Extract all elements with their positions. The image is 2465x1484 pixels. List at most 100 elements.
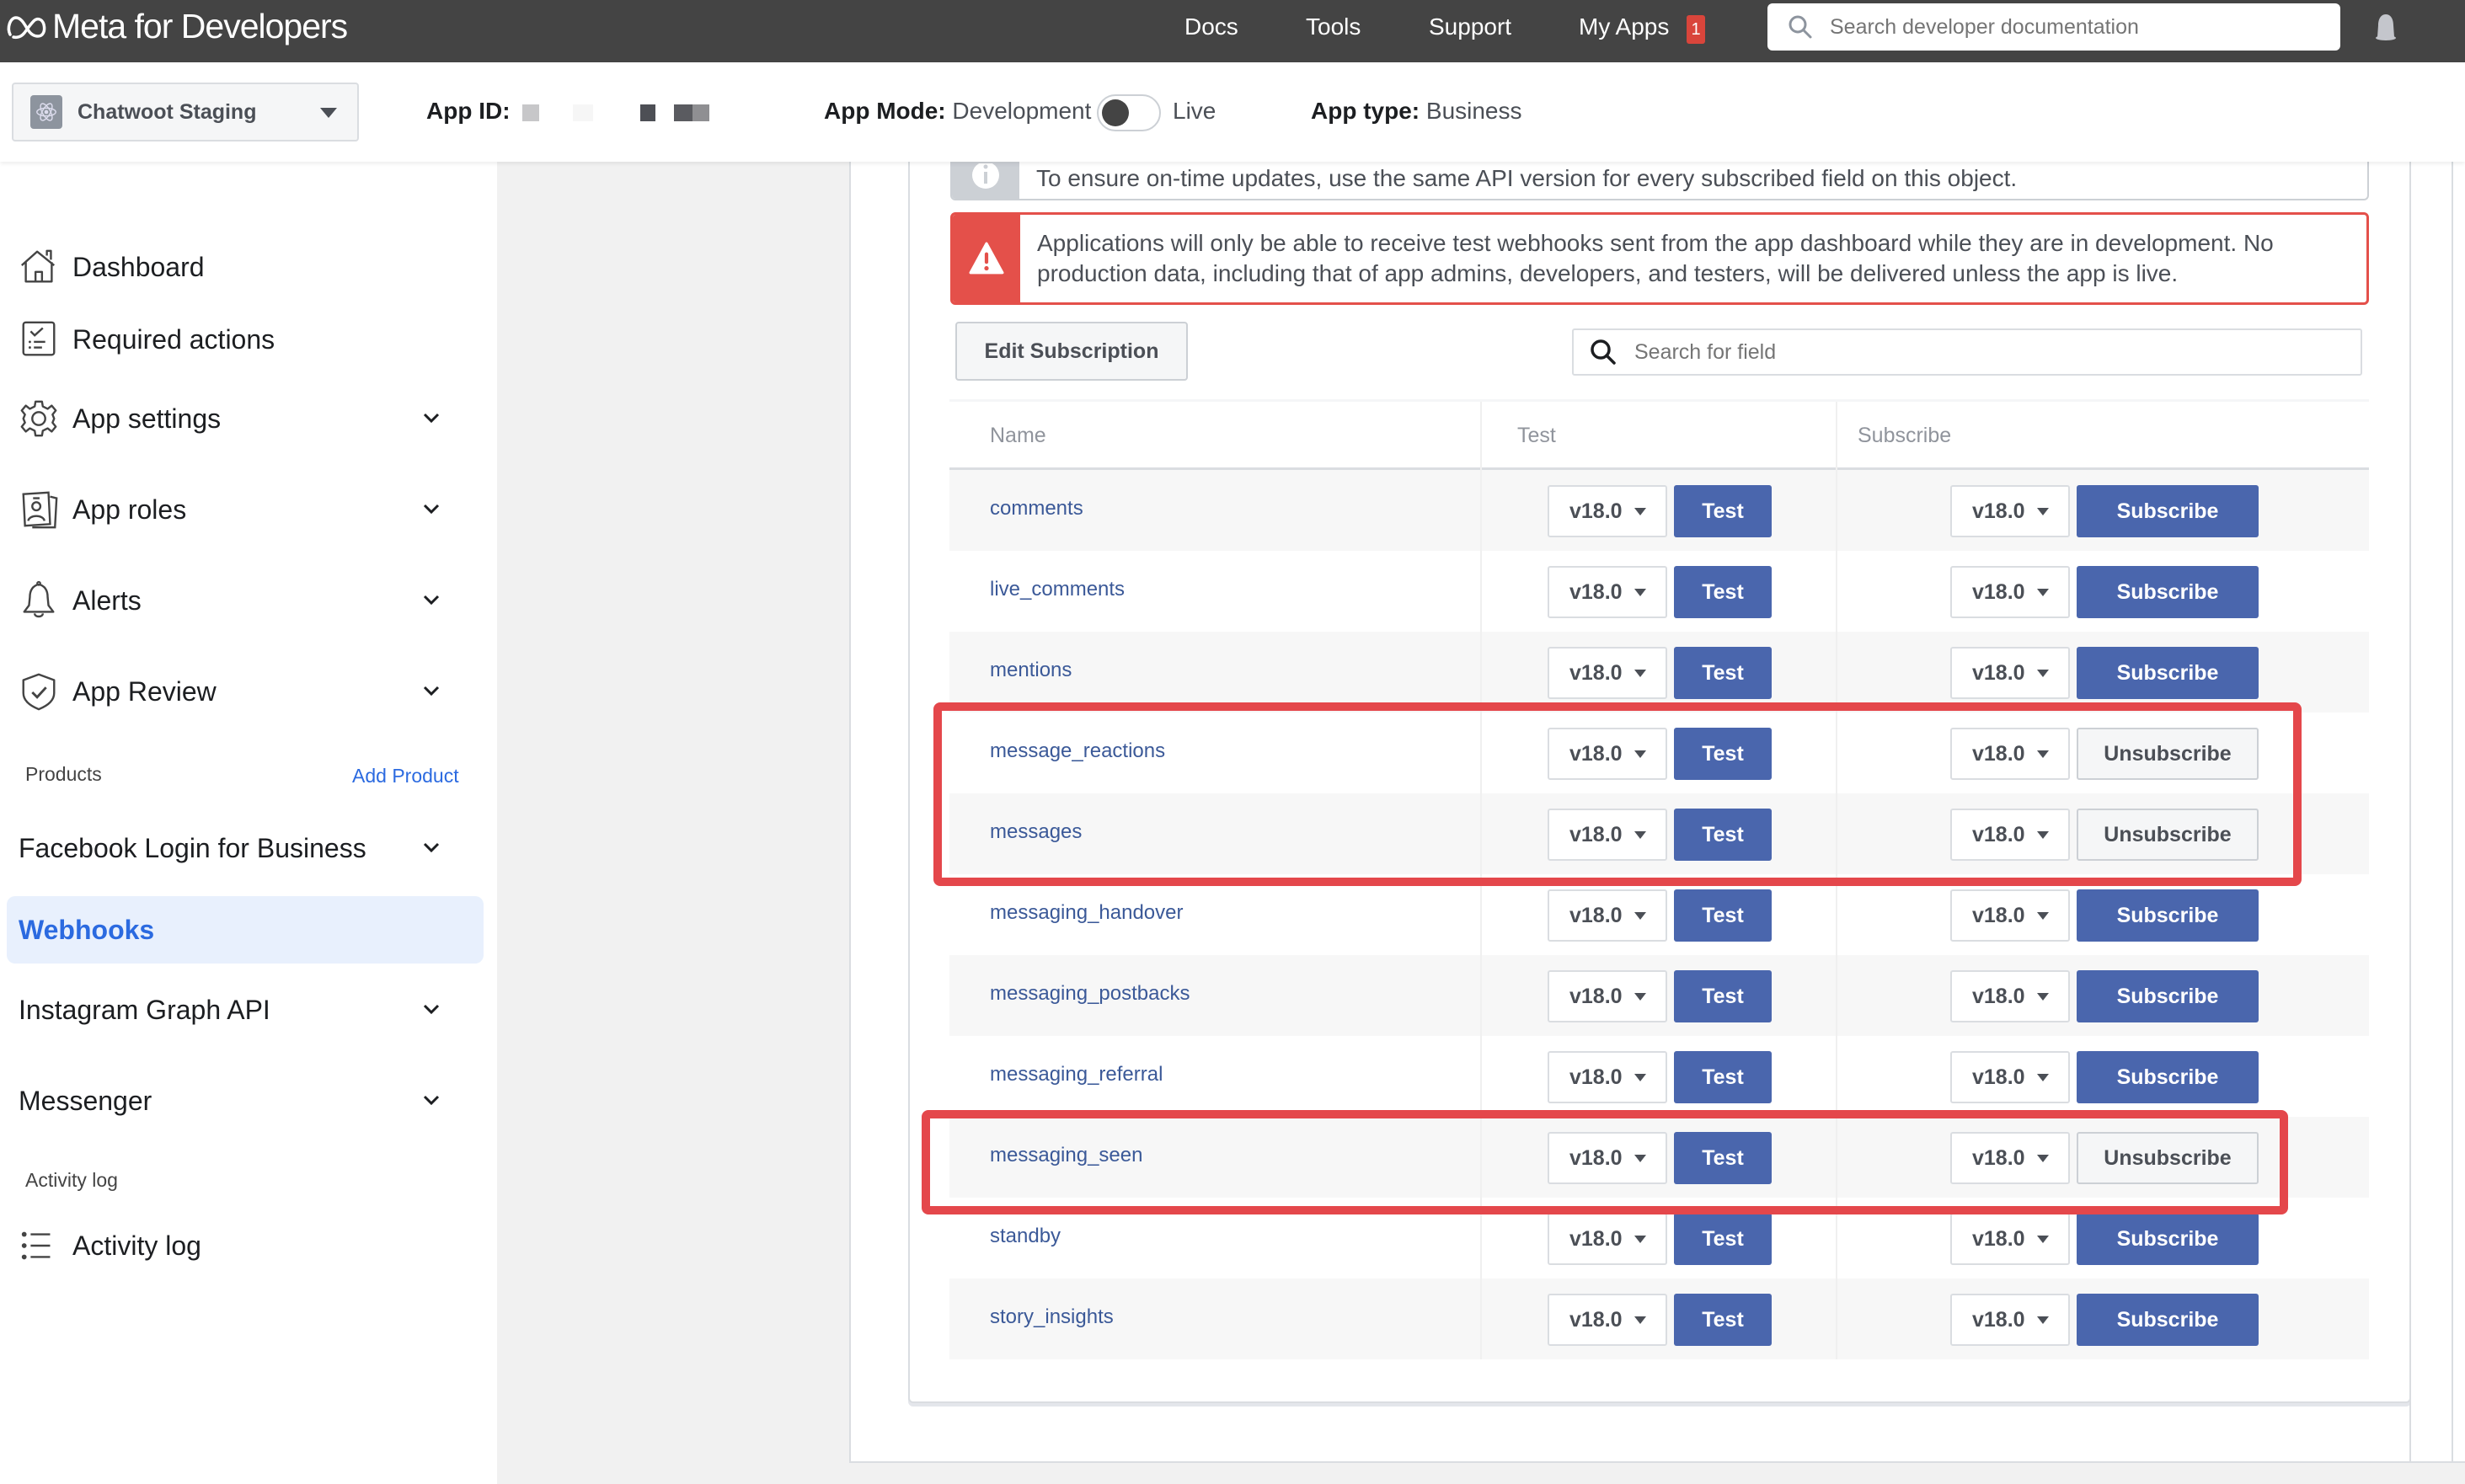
subscribe-version-select[interactable]: v18.0	[1950, 1051, 2070, 1103]
table-row: mentions v18.0 Test v18.0 Subscribe	[949, 632, 2369, 713]
sidebar-item-messenger[interactable]: Messenger	[0, 1071, 489, 1130]
unsubscribe-button[interactable]: Unsubscribe	[2077, 728, 2259, 780]
test-button[interactable]: Test	[1674, 1051, 1772, 1103]
test-version-select[interactable]: v18.0	[1548, 566, 1667, 618]
field-name-link[interactable]: live_comments	[990, 578, 1125, 601]
nav-docs[interactable]: Docs	[1184, 13, 1238, 40]
version-value: v18.0	[1972, 984, 2025, 1008]
test-version-select[interactable]: v18.0	[1548, 1051, 1667, 1103]
field-name-link[interactable]: comments	[990, 497, 1083, 520]
field-name-link[interactable]: messaging_postbacks	[990, 982, 1190, 1006]
info-strip	[952, 162, 1019, 199]
subscribe-version-select[interactable]: v18.0	[1950, 647, 2070, 699]
field-name-link[interactable]: messages	[990, 820, 1082, 844]
unsubscribe-button[interactable]: Unsubscribe	[2077, 809, 2259, 861]
app-mode-value: Development	[952, 98, 1092, 124]
test-button[interactable]: Test	[1674, 728, 1772, 780]
app-selector-dropdown[interactable]: Chatwoot Staging	[12, 83, 359, 141]
meta-logo[interactable]: Meta for Developers	[5, 7, 348, 46]
test-button[interactable]: Test	[1674, 485, 1772, 537]
test-version-select[interactable]: v18.0	[1548, 728, 1667, 780]
nav-tools[interactable]: Tools	[1306, 13, 1361, 40]
subscribe-version-select[interactable]: v18.0	[1950, 889, 2070, 942]
doc-search-input[interactable]	[1830, 14, 2302, 40]
field-name-link[interactable]: message_reactions	[990, 739, 1165, 763]
subscribe-button[interactable]: Subscribe	[2077, 1051, 2259, 1103]
logo-text: Meta for Developers	[52, 7, 348, 45]
sidebar-item-dashboard[interactable]: Dashboard	[0, 238, 489, 296]
sidebar-item-app-settings[interactable]: App settings	[0, 389, 489, 448]
test-version-select[interactable]: v18.0	[1548, 1213, 1667, 1265]
test-version-select[interactable]: v18.0	[1548, 1294, 1667, 1346]
sidebar-item-required-actions[interactable]: Required actions	[0, 310, 489, 369]
caret-down-icon	[2036, 588, 2049, 596]
subscribe-version-select[interactable]: v18.0	[1950, 1132, 2070, 1184]
sidebar-item-alerts[interactable]: Alerts	[0, 571, 489, 630]
subscribe-button[interactable]: Subscribe	[2077, 647, 2259, 699]
nav-my-apps[interactable]: My Apps	[1579, 13, 1669, 40]
subscribe-version-select[interactable]: v18.0	[1950, 566, 2070, 618]
caret-down-icon	[1634, 911, 1646, 920]
test-button[interactable]: Test	[1674, 1213, 1772, 1265]
subscribe-version-select[interactable]: v18.0	[1950, 970, 2070, 1022]
subscribe-version-select[interactable]: v18.0	[1950, 485, 2070, 537]
subscribe-button[interactable]: Subscribe	[2077, 1294, 2259, 1346]
sidebar-item-instagram-graph-api[interactable]: Instagram Graph API	[0, 980, 489, 1039]
table-row: story_insights v18.0 Test v18.0 Subscribe	[949, 1278, 2369, 1359]
subscribe-version-select[interactable]: v18.0	[1950, 809, 2070, 861]
sidebar-item-app-roles[interactable]: App roles	[0, 480, 489, 539]
field-name-link[interactable]: messaging_handover	[990, 901, 1184, 925]
subscribe-version-select[interactable]: v18.0	[1950, 728, 2070, 780]
subscribe-button[interactable]: Subscribe	[2077, 566, 2259, 618]
subscribe-button[interactable]: Subscribe	[2077, 485, 2259, 537]
table-row: messaging_postbacks v18.0 Test v18.0 Subscri…	[949, 955, 2369, 1036]
app-mode-toggle[interactable]	[1097, 94, 1161, 131]
test-button[interactable]: Test	[1674, 566, 1772, 618]
test-button[interactable]: Test	[1674, 889, 1772, 942]
list-icon	[17, 1224, 61, 1268]
test-version-select[interactable]: v18.0	[1548, 1132, 1667, 1184]
column-separator	[1480, 402, 1482, 472]
field-search-input[interactable]	[1634, 339, 2325, 365]
version-value: v18.0	[1972, 1307, 2025, 1332]
field-search-box[interactable]	[1572, 328, 2362, 376]
subscribe-button[interactable]: Subscribe	[2077, 970, 2259, 1022]
sidebar-item-activity-log[interactable]: Activity log	[0, 1216, 489, 1275]
column-separator	[1836, 470, 1837, 551]
notifications-bell-icon[interactable]	[2369, 12, 2403, 45]
unsubscribe-button[interactable]: Unsubscribe	[2077, 1132, 2259, 1184]
test-version-select[interactable]: v18.0	[1548, 647, 1667, 699]
sidebar-item-app-review[interactable]: App Review	[0, 662, 489, 721]
test-button[interactable]: Test	[1674, 1132, 1772, 1184]
test-version-select[interactable]: v18.0	[1548, 809, 1667, 861]
test-button[interactable]: Test	[1674, 647, 1772, 699]
test-button[interactable]: Test	[1674, 809, 1772, 861]
add-product-link[interactable]: Add Product	[352, 765, 459, 787]
products-section-label: Products	[25, 763, 102, 785]
sidebar-item-facebook-login-for-business[interactable]: Facebook Login for Business	[0, 819, 489, 878]
nav-support[interactable]: Support	[1429, 13, 1511, 40]
field-name-link[interactable]: messaging_seen	[990, 1144, 1142, 1167]
edit-subscription-button[interactable]: Edit Subscription	[955, 322, 1188, 381]
test-version-select[interactable]: v18.0	[1548, 485, 1667, 537]
test-button[interactable]: Test	[1674, 970, 1772, 1022]
field-name-link[interactable]: mentions	[990, 659, 1072, 682]
subscribe-version-select[interactable]: v18.0	[1950, 1213, 2070, 1265]
warning-triangle-icon	[969, 242, 1004, 275]
subscribe-button[interactable]: Subscribe	[2077, 889, 2259, 942]
field-name-link[interactable]: messaging_referral	[990, 1063, 1163, 1086]
field-name-link[interactable]: story_insights	[990, 1305, 1114, 1329]
subscribe-button[interactable]: Subscribe	[2077, 1213, 2259, 1265]
column-separator	[1480, 470, 1482, 551]
version-value: v18.0	[1972, 499, 2025, 523]
sidebar-item-webhooks[interactable]: Webhooks	[7, 896, 484, 964]
subscribe-version-select[interactable]: v18.0	[1950, 1294, 2070, 1346]
doc-search-box[interactable]	[1767, 3, 2340, 51]
test-version-select[interactable]: v18.0	[1548, 889, 1667, 942]
test-version-select[interactable]: v18.0	[1548, 970, 1667, 1022]
field-name-link[interactable]: standby	[990, 1225, 1061, 1248]
table-row: messaging_seen v18.0 Test v18.0 Unsubscribe	[949, 1117, 2369, 1198]
column-header-subscribe: Subscribe	[1858, 424, 1952, 447]
test-button[interactable]: Test	[1674, 1294, 1772, 1346]
column-separator	[1836, 551, 1837, 632]
